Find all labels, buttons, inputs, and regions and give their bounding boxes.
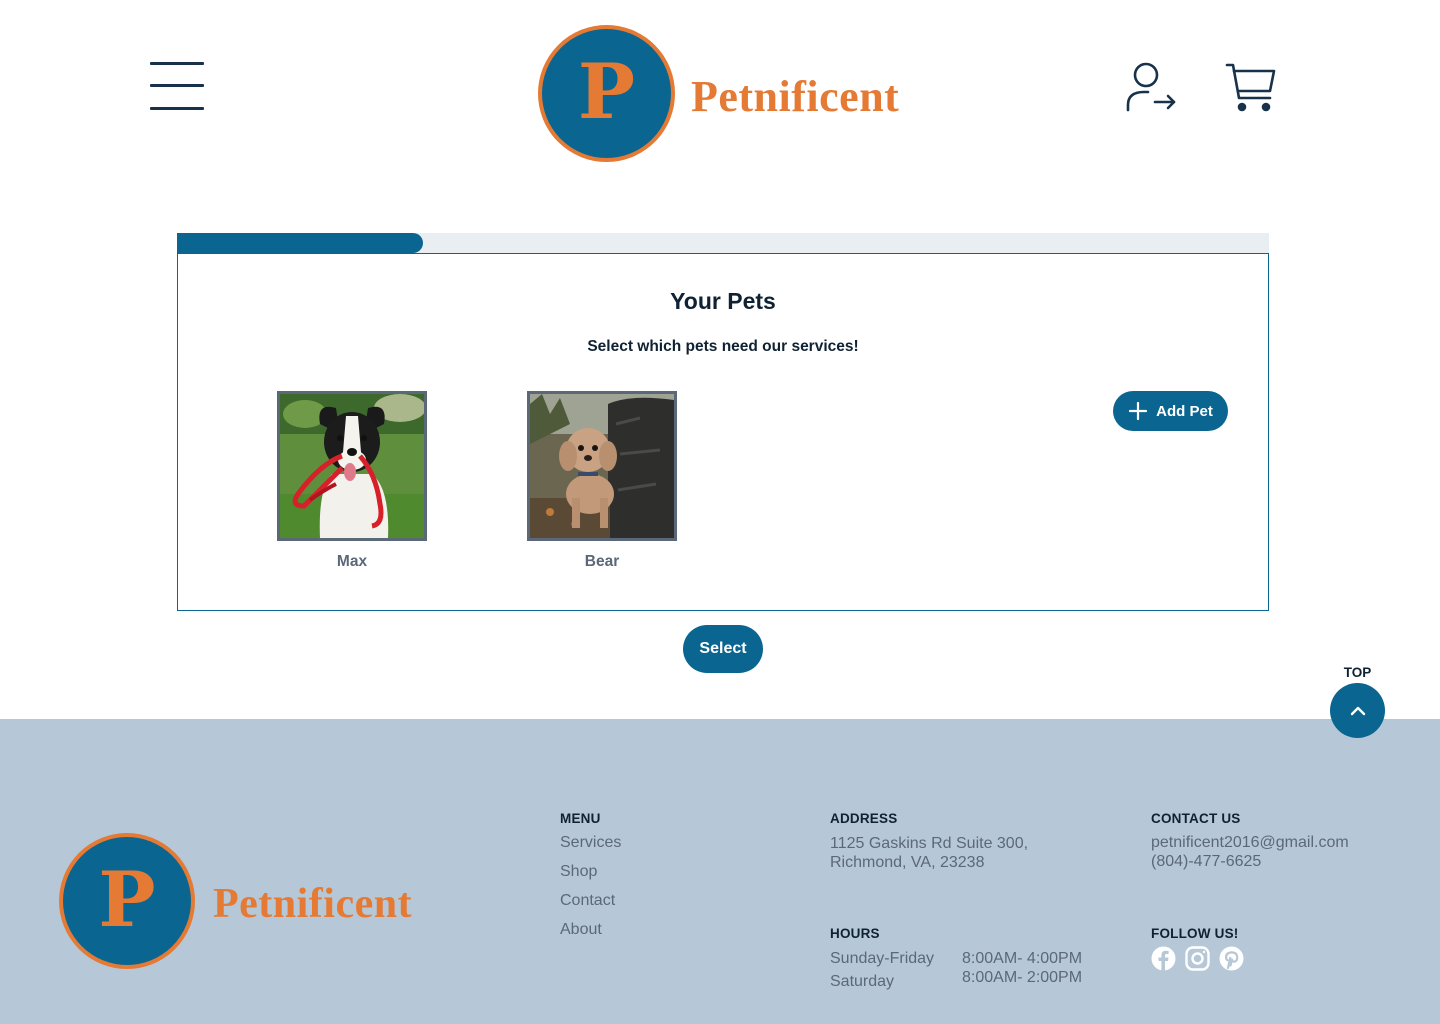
hours-days: Sunday-Friday bbox=[830, 950, 935, 967]
footer-address-heading: ADDRESS bbox=[830, 811, 898, 826]
hours-time: 8:00AM- 2:00PM bbox=[962, 969, 1083, 986]
footer-logo[interactable]: P Petnificent bbox=[59, 833, 412, 969]
select-button[interactable]: Select bbox=[683, 625, 763, 673]
logo-badge: P bbox=[538, 25, 675, 162]
footer-link-contact[interactable]: Contact bbox=[560, 892, 615, 910]
pet-card-max[interactable]: Max bbox=[277, 391, 427, 571]
footer-link-about[interactable]: About bbox=[560, 921, 602, 939]
header-logo[interactable]: P Petnificent bbox=[538, 25, 899, 162]
card-title: Your Pets bbox=[670, 288, 776, 314]
hours-time: 8:00AM- 4:00PM bbox=[962, 950, 1083, 967]
address-line-1: 1125 Gaskins Rd Suite 300, bbox=[830, 835, 1029, 852]
pet-name: Max bbox=[336, 553, 368, 570]
logo-letter: P bbox=[98, 854, 156, 944]
step-progress-bar bbox=[177, 233, 1269, 253]
dog-photo-max bbox=[280, 394, 424, 538]
scroll-top-label: TOP bbox=[1343, 665, 1372, 680]
step-progress-fill bbox=[177, 233, 423, 253]
footer-follow-heading: FOLLOW US! bbox=[1151, 926, 1239, 941]
your-pets-card: Your Pets Select which pets need our ser… bbox=[177, 253, 1269, 611]
dog-photo-bear bbox=[530, 394, 674, 538]
user-login-icon[interactable] bbox=[1124, 62, 1178, 114]
pet-card-bear[interactable]: Bear bbox=[527, 391, 677, 571]
add-pet-button[interactable]: Add Pet bbox=[1113, 391, 1228, 431]
add-pet-label: Add Pet bbox=[1156, 402, 1213, 420]
pet-name: Bear bbox=[584, 553, 620, 570]
contact-phone-link[interactable]: (804)-477-6625 bbox=[1151, 853, 1261, 871]
footer-link-services[interactable]: Services bbox=[560, 834, 621, 852]
contact-email-link[interactable]: petnificent2016@gmail.com bbox=[1151, 834, 1349, 852]
menu-icon[interactable] bbox=[150, 60, 204, 112]
chevron-up-icon bbox=[1350, 706, 1365, 715]
instagram-icon[interactable] bbox=[1185, 946, 1210, 971]
scroll-to-top-button[interactable] bbox=[1330, 683, 1385, 738]
footer-hours-heading: HOURS bbox=[830, 926, 880, 941]
logo-badge: P bbox=[59, 833, 195, 969]
pet-photo-bear bbox=[527, 391, 677, 541]
hours-days: Saturday bbox=[830, 973, 895, 990]
address-line-2: Richmond, VA, 23238 bbox=[830, 854, 985, 871]
pet-photo-max bbox=[277, 391, 427, 541]
footer-menu-heading: MENU bbox=[560, 811, 601, 826]
facebook-icon[interactable] bbox=[1151, 946, 1176, 971]
brand-name: Petnificent bbox=[213, 881, 413, 927]
pinterest-icon[interactable] bbox=[1219, 946, 1244, 971]
card-subtitle: Select which pets need our services! bbox=[587, 338, 859, 355]
footer-contact-heading: CONTACT US bbox=[1151, 811, 1241, 826]
footer-link-shop[interactable]: Shop bbox=[560, 863, 597, 881]
logo-letter: P bbox=[577, 47, 636, 136]
plus-icon bbox=[1129, 401, 1148, 421]
brand-name: Petnificent bbox=[691, 72, 900, 121]
cart-icon[interactable] bbox=[1224, 62, 1278, 114]
